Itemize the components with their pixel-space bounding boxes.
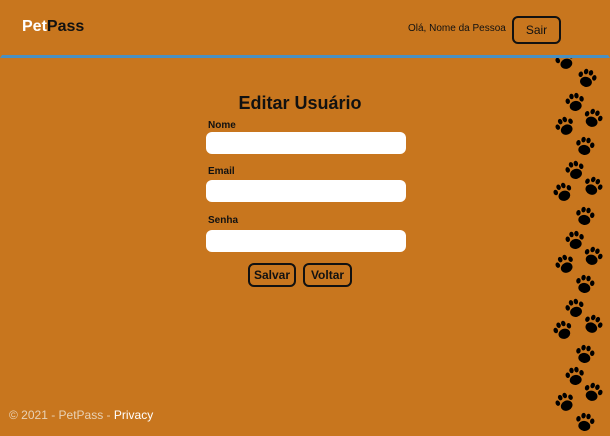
user-greeting: Olá, Nome da Pessoa bbox=[408, 23, 506, 34]
paw-decoration bbox=[552, 58, 610, 436]
paw-print-icon bbox=[552, 182, 574, 202]
password-label: Senha bbox=[208, 215, 239, 226]
name-input[interactable] bbox=[206, 132, 406, 154]
paw-print-icon bbox=[576, 68, 598, 88]
paw-print-icon bbox=[582, 176, 604, 196]
brand-logo[interactable]: PetPass bbox=[22, 18, 84, 36]
paw-print-icon bbox=[554, 254, 576, 274]
paw-print-icon bbox=[554, 58, 576, 70]
paw-print-icon bbox=[554, 116, 576, 136]
paw-print-icon bbox=[574, 274, 596, 294]
paw-print-icon bbox=[582, 314, 604, 334]
save-button[interactable]: Salvar bbox=[248, 263, 296, 287]
paw-print-icon bbox=[554, 392, 576, 412]
logout-button[interactable]: Sair bbox=[512, 16, 561, 44]
brand-part-pass: Pass bbox=[46, 18, 85, 35]
email-input[interactable] bbox=[206, 180, 406, 202]
password-input[interactable] bbox=[206, 230, 406, 252]
paw-print-icon bbox=[552, 320, 574, 340]
paw-print-icon bbox=[582, 108, 604, 128]
paw-print-icon bbox=[574, 136, 596, 156]
back-button[interactable]: Voltar bbox=[303, 263, 352, 287]
privacy-link[interactable]: Privacy bbox=[114, 408, 153, 422]
footer: © 2021 - PetPass - Privacy bbox=[9, 408, 153, 422]
paw-print-icon bbox=[574, 206, 596, 226]
paw-print-icon bbox=[574, 412, 596, 432]
paw-print-icon bbox=[574, 344, 596, 364]
paw-print-icon bbox=[582, 382, 604, 402]
paw-print-icon bbox=[582, 246, 604, 266]
page-title: Editar Usuário bbox=[238, 93, 362, 113]
brand-part-pet: Pet bbox=[22, 18, 47, 35]
name-label: Nome bbox=[208, 120, 236, 131]
navbar: PetPass Olá, Nome da Pessoa Sair bbox=[0, 0, 610, 58]
email-label: Email bbox=[208, 166, 235, 177]
footer-copyright: © 2021 - PetPass - bbox=[9, 408, 114, 422]
